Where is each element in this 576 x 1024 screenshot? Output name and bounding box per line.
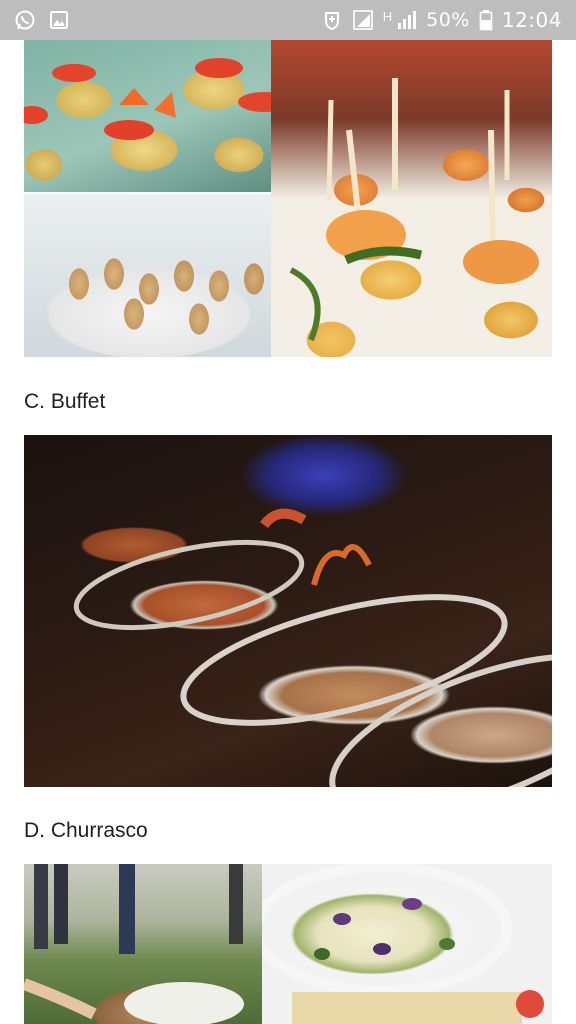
photo-canapes[interactable] (24, 40, 271, 192)
buffet-trays (73, 508, 552, 787)
battery-percent: 50% (426, 9, 470, 31)
tomato-slices (24, 58, 271, 140)
battery-icon (479, 9, 493, 31)
photo-buffet[interactable] (24, 435, 552, 787)
article-content[interactable]: C. Buffet D. Churrasco (0, 40, 576, 1024)
photo-salad[interactable] (262, 864, 552, 1024)
signal-sim1-icon (352, 9, 374, 31)
status-bar: H 50% 12:04 (0, 0, 576, 40)
skewer-sticks (289, 78, 539, 342)
churrasco-people (24, 864, 244, 1024)
hplus-indicator: H (382, 8, 393, 24)
status-bar-left (14, 9, 70, 31)
signal-sim2-icon (395, 9, 417, 31)
photo-churrasco[interactable] (24, 864, 262, 1024)
gallery-icon (48, 9, 70, 31)
clock: 12:04 (501, 8, 562, 32)
whatsapp-icon (14, 9, 36, 31)
status-bar-right: H 50% 12:04 (321, 8, 562, 32)
section-heading-buffet: C. Buffet (24, 390, 106, 413)
salad-bowl (262, 864, 544, 1024)
section-heading-churrasco: D. Churrasco (24, 819, 148, 842)
data-saver-icon (321, 9, 343, 31)
photo-shrimp-skewers[interactable] (271, 40, 552, 357)
photo-cones[interactable] (24, 194, 271, 357)
